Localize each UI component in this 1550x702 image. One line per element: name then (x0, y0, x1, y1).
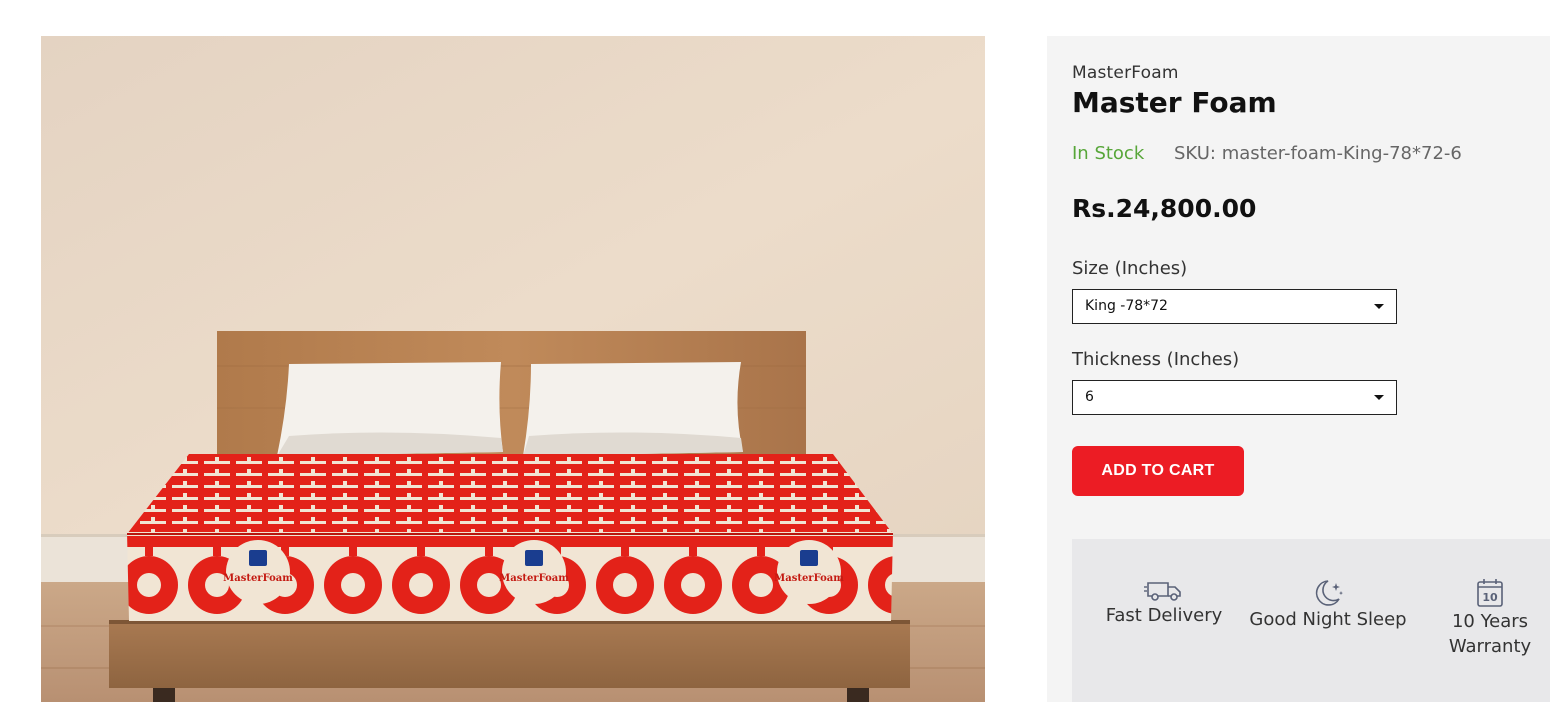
feature-good-night-sleep: Good Night Sleep (1242, 577, 1414, 632)
calendar-badge: 10 (1482, 591, 1498, 604)
chevron-down-icon (1374, 395, 1384, 400)
feature-label: Good Night Sleep (1249, 609, 1407, 630)
product-image: MasterFoam MasterFoam MasterFoam (41, 36, 985, 702)
product-info-panel: MasterFoam Master Foam In Stock SKU: mas… (1047, 36, 1550, 702)
delivery-truck-icon (1144, 582, 1181, 601)
thickness-selected-value: 6 (1085, 389, 1094, 405)
product-title: Master Foam (1072, 86, 1277, 119)
feature-warranty: 10 10 Years Warranty (1422, 577, 1550, 659)
size-label: Size (Inches) (1072, 258, 1188, 279)
sku-label: SKU: (1174, 143, 1216, 164)
product-sku: SKU: master-foam-King-78*72-6 (1174, 143, 1462, 164)
mattress-logo-text: MasterFoam (499, 573, 569, 584)
mattress-logo-text: MasterFoam (223, 573, 293, 584)
feature-label: Fast Delivery (1105, 605, 1223, 626)
thickness-select[interactable]: 6 (1072, 380, 1397, 415)
size-select[interactable]: King -78*72 (1072, 289, 1397, 324)
moon-stars-icon (1315, 580, 1343, 606)
feature-fast-delivery: Fast Delivery (1082, 577, 1246, 628)
mattress-logo-text: MasterFoam (774, 573, 844, 584)
add-to-cart-button[interactable]: ADD TO CART (1072, 446, 1244, 496)
calendar-icon: 10 (1477, 579, 1503, 607)
feature-label: 10 Years (1451, 611, 1529, 632)
feature-label-line2: Warranty (1448, 636, 1532, 657)
product-brand: MasterFoam (1072, 63, 1179, 83)
thickness-label: Thickness (Inches) (1072, 349, 1240, 370)
product-price: Rs.24,800.00 (1072, 194, 1257, 223)
stock-status: In Stock (1072, 143, 1145, 164)
size-selected-value: King -78*72 (1085, 298, 1168, 314)
chevron-down-icon (1374, 304, 1384, 309)
features-strip: Fast Delivery Good Night Sleep 10 10 Yea… (1072, 539, 1550, 702)
sku-value: master-foam-King-78*72-6 (1221, 143, 1462, 164)
